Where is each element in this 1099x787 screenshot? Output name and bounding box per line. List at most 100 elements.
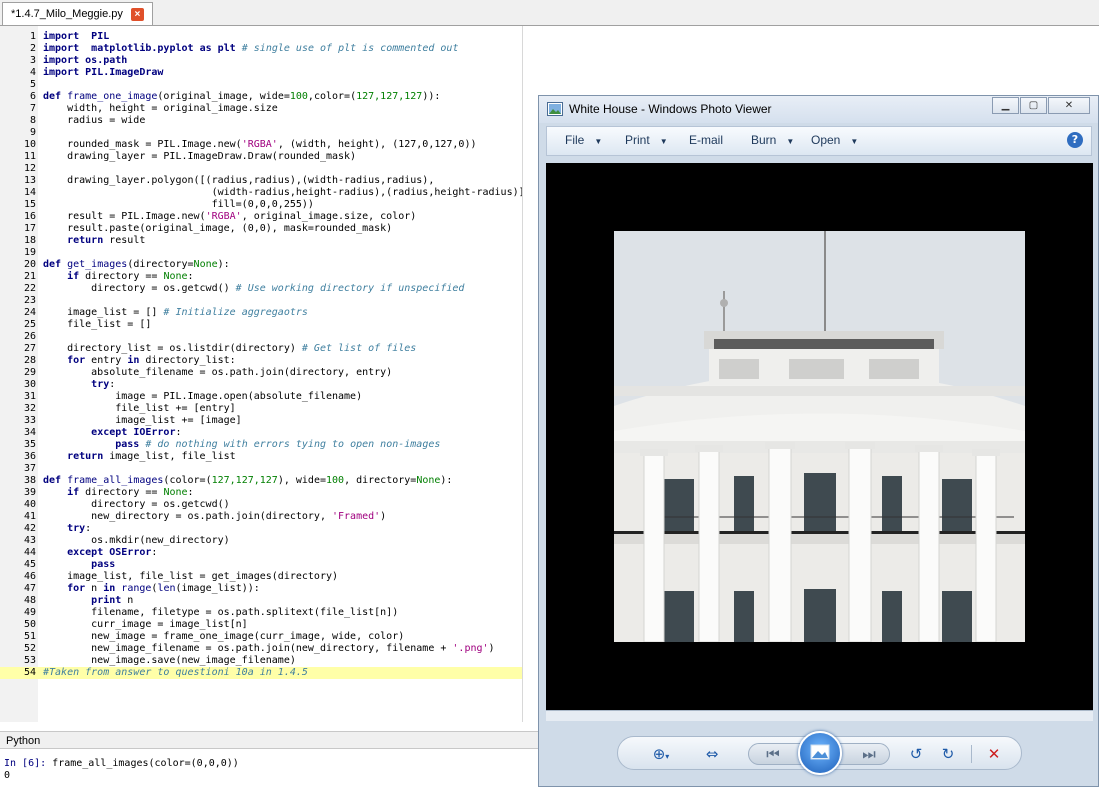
photo-viewer-app-icon xyxy=(547,102,563,116)
white-house-photo xyxy=(614,231,1025,642)
viewer-title: White House - Windows Photo Viewer xyxy=(569,102,772,116)
menu-file-label: File xyxy=(565,133,585,147)
line-number: 32 xyxy=(23,403,36,414)
zoom-icon[interactable]: ⊕▾ xyxy=(646,745,676,763)
code-text: image_list += [image] xyxy=(43,415,242,426)
code-text: (width-radius,height-radius),(radius,hei… xyxy=(43,187,531,198)
line-number: 17 xyxy=(23,223,36,234)
line-number: 43 xyxy=(23,535,36,546)
delete-icon[interactable]: ✕ xyxy=(984,745,1004,763)
editor-tab-bar: *1.4.7_Milo_Meggie.py × xyxy=(0,0,1099,26)
code-text: for entry in directory_list: xyxy=(67,355,236,366)
menu-open[interactable]: Open ▼ xyxy=(811,133,858,147)
code-text: if directory == None: xyxy=(67,271,194,282)
slideshow-button[interactable] xyxy=(798,731,842,775)
code-line: 43 os.mkdir(new_directory) xyxy=(0,535,522,547)
code-line: 50 curr_image = image_list[n] xyxy=(0,619,522,631)
code-line: 39 if directory == None: xyxy=(0,487,522,499)
code-text: image_list, file_list = get_images(direc… xyxy=(43,571,339,582)
shell-command: frame_all_images(color=(0,0,0)) xyxy=(46,758,239,769)
code-line: 34 except IOError: xyxy=(0,427,522,439)
viewer-menu-bar: File ▼ Print ▼ E-mail Burn ▼ Open ▼ ? xyxy=(546,126,1092,156)
code-editor[interactable]: 1 import PIL 2 import matplotlib.pyplot as … xyxy=(0,26,531,722)
code-text: result = PIL.Image.new('RGBA', original_… xyxy=(43,211,417,222)
line-number: 24 xyxy=(23,307,36,318)
menu-burn[interactable]: Burn ▼ xyxy=(751,133,794,147)
close-tab-icon[interactable]: × xyxy=(130,7,144,21)
line-number: 29 xyxy=(23,367,36,378)
code-text: #Taken from answer to questioni 10a in 1… xyxy=(43,667,308,678)
line-number: 16 xyxy=(23,211,36,222)
code-line: 9 xyxy=(0,127,522,139)
line-number: 8 xyxy=(29,115,36,126)
file-tab-title: *1.4.7_Milo_Meggie.py xyxy=(11,8,123,20)
line-number: 53 xyxy=(23,655,36,666)
code-text: def frame_all_images(color=(127,127,127)… xyxy=(43,475,453,486)
line-number: 20 xyxy=(23,259,36,270)
menu-file[interactable]: File ▼ xyxy=(565,133,602,147)
line-number: 47 xyxy=(23,583,36,594)
code-line: 17 result.paste(original_image, (0,0), m… xyxy=(0,223,522,235)
code-line: 2 import matplotlib.pyplot as plt # singl… xyxy=(0,43,522,55)
viewer-title-bar[interactable]: White House - Windows Photo Viewer ▁ ▢ ✕ xyxy=(539,96,1098,123)
line-number: 26 xyxy=(23,331,36,342)
line-number: 11 xyxy=(23,151,36,162)
menu-email[interactable]: E-mail xyxy=(689,133,723,147)
line-number: 37 xyxy=(23,463,36,474)
code-line: 1 import PIL xyxy=(0,31,522,43)
python-shell[interactable]: In [6]: frame_all_images(color=(0,0,0)) … xyxy=(0,752,540,787)
image-canvas xyxy=(546,163,1093,710)
shell-header: Python xyxy=(0,731,540,749)
code-text: rounded_mask = PIL.Image.new('RGBA', (wi… xyxy=(43,139,477,150)
minimize-button[interactable]: ▁ xyxy=(992,97,1019,114)
code-line: 30 try: xyxy=(0,379,522,391)
code-line: 12 xyxy=(0,163,522,175)
code-text: except OSError: xyxy=(67,547,158,558)
code-line: 44 except OSError: xyxy=(0,547,522,559)
line-number: 41 xyxy=(23,511,36,522)
code-line: 38 def frame_all_images(color=(127,127,12… xyxy=(0,475,522,487)
code-line: 20 def get_images(directory=None): xyxy=(0,259,522,271)
code-line: 35 pass # do nothing with errors tying t… xyxy=(0,439,522,451)
previous-icon[interactable]: ⏮ xyxy=(761,745,785,763)
photo-viewer-window[interactable]: White House - Windows Photo Viewer ▁ ▢ ✕… xyxy=(538,95,1099,787)
code-text: new_image = frame_one_image(curr_image, … xyxy=(43,631,405,642)
code-text: fill=(0,0,0,255)) xyxy=(43,199,314,210)
code-text: pass xyxy=(91,559,116,570)
maximize-button[interactable]: ▢ xyxy=(1020,97,1047,114)
code-text: width, height = original_image.size xyxy=(43,103,278,114)
code-text: new_image.save(new_image_filename) xyxy=(43,655,296,666)
code-line: 40 directory = os.getcwd() xyxy=(0,499,522,511)
file-tab[interactable]: *1.4.7_Milo_Meggie.py × xyxy=(2,2,153,25)
code-text: import matplotlib.pyplot as plt # single… xyxy=(43,43,459,54)
code-text: directory_list = os.listdir(directory) #… xyxy=(43,343,417,354)
line-number: 1 xyxy=(29,31,36,42)
line-number: 14 xyxy=(23,187,36,198)
code-text: drawing_layer.polygon([(radius,radius),(… xyxy=(43,175,435,186)
code-line: 16 result = PIL.Image.new('RGBA', origin… xyxy=(0,211,522,223)
help-icon[interactable]: ? xyxy=(1067,132,1083,148)
code-text: radius = wide xyxy=(43,115,146,126)
code-line: 29 absolute_filename = os.path.join(dire… xyxy=(0,367,522,379)
line-number: 4 xyxy=(29,67,36,78)
rotate-counterclockwise-icon[interactable]: ↺ xyxy=(906,745,926,763)
line-number: 3 xyxy=(29,55,36,66)
rotate-clockwise-icon[interactable]: ↻ xyxy=(938,745,958,763)
toolbar-divider xyxy=(971,745,972,763)
menu-print[interactable]: Print ▼ xyxy=(625,133,668,147)
code-text: def get_images(directory=None): xyxy=(43,259,230,270)
actual-size-icon[interactable]: ⇔ xyxy=(700,745,724,763)
line-number: 27 xyxy=(23,343,36,354)
code-line: 31 image = PIL.Image.open(absolute_filen… xyxy=(0,391,522,403)
code-line: 25 file_list = [] xyxy=(0,319,522,331)
code-text: pass # do nothing with errors tying to o… xyxy=(115,439,441,450)
line-number: 54 xyxy=(23,667,36,678)
code-text: import PIL.ImageDraw xyxy=(43,67,164,78)
shell-input-line: In [6]: frame_all_images(color=(0,0,0)) xyxy=(4,758,239,770)
line-number: 38 xyxy=(23,475,36,486)
close-button[interactable]: ✕ xyxy=(1048,97,1090,114)
code-line: 52 new_image_filename = os.path.join(new… xyxy=(0,643,522,655)
next-icon[interactable]: ⏭ xyxy=(857,745,881,763)
code-line: 14 (width-radius,height-radius),(radius,… xyxy=(0,187,531,199)
line-number: 22 xyxy=(23,283,36,294)
